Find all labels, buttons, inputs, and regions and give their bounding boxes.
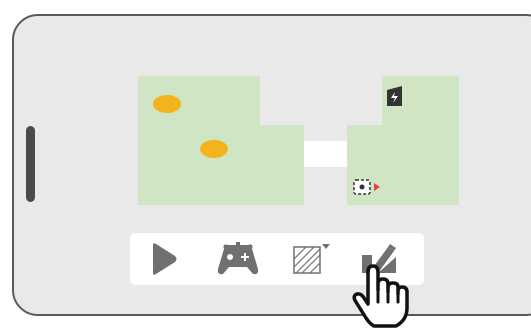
no-go-zone-icon: [293, 244, 330, 274]
orange-spot-2[interactable]: [200, 140, 228, 158]
no-go-zone-button[interactable]: [282, 233, 342, 285]
remote-control-button[interactable]: [208, 233, 268, 285]
start-button[interactable]: [134, 233, 194, 285]
orange-spot-1[interactable]: [153, 95, 181, 113]
gamepad-icon: [217, 242, 259, 275]
tap-hand-icon: [352, 264, 409, 328]
room-left[interactable]: [138, 76, 304, 205]
play-icon: [153, 243, 177, 275]
hallway: [304, 141, 347, 167]
